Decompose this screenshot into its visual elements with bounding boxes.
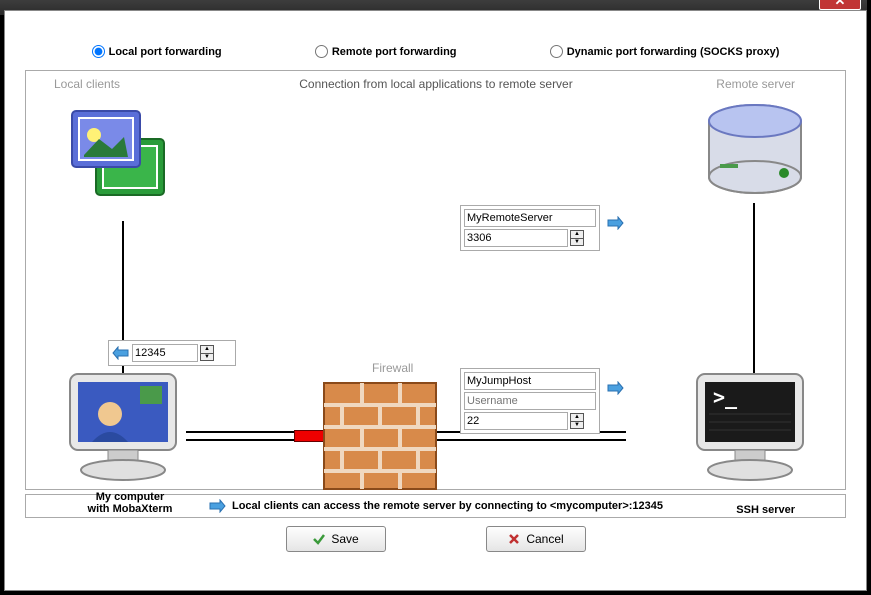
check-icon xyxy=(312,532,326,546)
close-button[interactable]: ✕ xyxy=(819,0,861,10)
hint-text: Local clients can access the remote serv… xyxy=(232,500,663,512)
radio-local-input[interactable] xyxy=(92,45,105,58)
firewall-icon xyxy=(322,381,438,491)
arrow-right-icon xyxy=(606,216,624,230)
ssh-user-input[interactable] xyxy=(464,392,596,410)
arrow-left-icon xyxy=(112,346,130,360)
local-port-group: ▲▼ xyxy=(108,340,236,366)
local-clients-icon xyxy=(64,99,184,219)
radio-remote-forwarding[interactable]: Remote port forwarding xyxy=(315,45,457,58)
forwarding-type-row: Local port forwarding Remote port forwar… xyxy=(25,41,846,70)
cross-icon xyxy=(507,532,521,546)
ssh-port-input[interactable] xyxy=(464,412,568,430)
label-subtitle: Connection from local applications to re… xyxy=(236,77,636,91)
remote-port-input[interactable] xyxy=(464,229,568,247)
line xyxy=(122,221,124,341)
ssh-port-spinner[interactable]: ▲▼ xyxy=(570,413,584,429)
label-remote-server: Remote server xyxy=(716,77,795,91)
label-firewall: Firewall xyxy=(372,361,413,375)
radio-remote-input[interactable] xyxy=(315,45,328,58)
ssh-server-group: ▲▼ xyxy=(460,368,600,434)
arrow-right-icon xyxy=(606,381,624,395)
ssh-server-icon: >_ xyxy=(685,366,815,491)
local-port-input[interactable] xyxy=(132,344,198,362)
my-computer-icon xyxy=(58,366,188,491)
svg-text:>_: >_ xyxy=(713,385,738,409)
diagram-frame: Local clients Connection from local appl… xyxy=(25,70,846,490)
radio-dynamic-input[interactable] xyxy=(550,45,563,58)
radio-local-label: Local port forwarding xyxy=(109,46,222,58)
label-my-computer: My computer with MobaXterm xyxy=(70,491,190,515)
ssh-host-input[interactable] xyxy=(464,372,596,390)
local-port-spinner[interactable]: ▲▼ xyxy=(200,345,214,361)
label-local-clients: Local clients xyxy=(54,77,120,91)
arrow-right-icon xyxy=(208,499,226,513)
radio-remote-label: Remote port forwarding xyxy=(332,46,457,58)
line xyxy=(753,203,755,373)
cancel-button[interactable]: Cancel xyxy=(486,526,586,552)
save-button[interactable]: Save xyxy=(286,526,386,552)
remote-server-group: ▲▼ xyxy=(460,205,600,251)
remote-server-icon xyxy=(700,99,810,204)
button-row: Save Cancel xyxy=(25,526,846,552)
dialog-window: Local port forwarding Remote port forwar… xyxy=(4,10,867,591)
radio-dynamic-label: Dynamic port forwarding (SOCKS proxy) xyxy=(567,46,780,58)
label-ssh-server: SSH server xyxy=(736,504,795,516)
remote-port-spinner[interactable]: ▲▼ xyxy=(570,230,584,246)
radio-local-forwarding[interactable]: Local port forwarding xyxy=(92,45,222,58)
remote-host-input[interactable] xyxy=(464,209,596,227)
radio-dynamic-forwarding[interactable]: Dynamic port forwarding (SOCKS proxy) xyxy=(550,45,780,58)
